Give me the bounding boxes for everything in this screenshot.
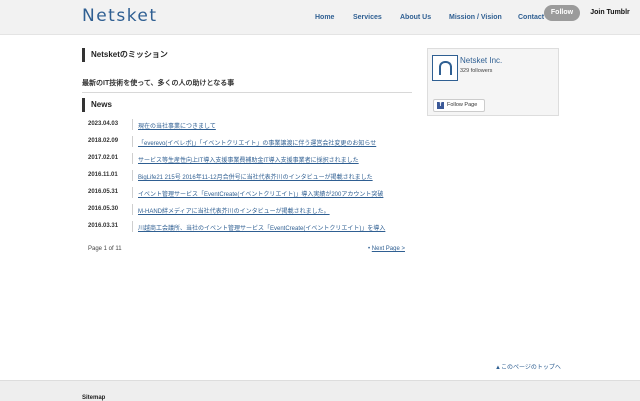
site-footer: Sitemap — [0, 380, 640, 401]
nav-mission-vision[interactable]: Mission / Vision — [449, 14, 502, 21]
news-link[interactable]: 「everevo(イベレボ)」「イベントクリエイト」の事業譲渡に伴う運営会社変更… — [138, 138, 408, 147]
facebook-follow-button[interactable]: f Follow Page — [433, 99, 485, 112]
news-date: 2016.11.01 — [88, 172, 118, 178]
news-item: 2016.05.30 M-HAND絆メディアに当社代表芥川のインタビューが掲載さ… — [88, 201, 410, 218]
nav-services[interactable]: Services — [353, 14, 382, 21]
news-date: 2016.05.31 — [88, 189, 119, 195]
news-list: 2023.04.03 現在の当社事業につきまして 2018.02.09 「eve… — [88, 116, 410, 235]
news-item: 2016.05.31 イベント管理サービス「EventCreate(イベントクリ… — [88, 184, 410, 201]
news-item: 2016.11.01 BigLife21 215号 2016年11-12月合併号… — [88, 167, 410, 184]
news-link[interactable]: M-HAND絆メディアに当社代表芥川のインタビューが掲載されました。 — [138, 206, 408, 215]
news-link[interactable]: BigLife21 215号 2016年11-12月合併号に当社代表芥川のインタ… — [138, 172, 408, 181]
news-link[interactable]: 川越商工会議所、当社のイベント管理サービス「EventCreate(イベントクリ… — [138, 223, 408, 232]
news-link[interactable]: サービス等生産性向上IT導入支援事業費補助金IT導入支援事業者に採択されました — [138, 155, 408, 164]
news-item: 2017.02.01 サービス等生産性向上IT導入支援事業費補助金IT導入支援事… — [88, 150, 410, 167]
sitemap-heading: Sitemap — [82, 395, 106, 401]
netsket-logo-icon[interactable] — [432, 55, 458, 81]
news-date: 2018.02.09 — [88, 138, 119, 144]
news-heading: News — [82, 98, 112, 112]
back-to-top-link[interactable]: ▲このページのトップへ — [495, 362, 561, 371]
news-date: 2016.03.31 — [88, 223, 119, 229]
news-separator — [132, 170, 133, 181]
site-header: Netsket Home Services About Us Mission /… — [0, 0, 640, 35]
mission-heading: Netsketのミッション — [82, 48, 168, 62]
news-separator — [132, 221, 133, 232]
mission-tagline: 最新のIT技術を使って、多くの人の助けとなる事 — [82, 78, 412, 93]
join-tumblr-button[interactable]: Join Tumblr — [585, 5, 635, 21]
news-item: 2018.02.09 「everevo(イベレボ)」「イベントクリエイト」の事業… — [88, 133, 410, 150]
news-date: 2016.05.30 — [88, 206, 119, 212]
news-separator — [132, 204, 133, 215]
news-separator — [132, 119, 133, 130]
news-date: 2023.04.03 — [88, 121, 119, 127]
tumblr-follow-button[interactable]: Follow — [544, 5, 580, 21]
news-separator — [132, 153, 133, 164]
news-link[interactable]: イベント管理サービス「EventCreate(イベントクリエイト)」導入実績が2… — [138, 189, 408, 198]
nav-about-us[interactable]: About Us — [400, 14, 431, 21]
facebook-icon: f — [437, 102, 444, 109]
facebook-page-widget: Netsket Inc. 329 followers f Follow Page — [427, 48, 559, 116]
facebook-followers: 329 followers — [460, 68, 493, 74]
news-separator — [132, 136, 133, 147]
news-item: 2016.03.31 川越商工会議所、当社のイベント管理サービス「EventCr… — [88, 218, 410, 235]
facebook-page-name[interactable]: Netsket Inc. — [460, 56, 502, 65]
news-item: 2023.04.03 現在の当社事業につきまして — [88, 116, 410, 133]
news-separator — [132, 187, 133, 198]
next-page: • Next Page > — [368, 246, 405, 252]
news-date: 2017.02.01 — [88, 155, 119, 161]
next-page-link[interactable]: Next Page > — [372, 246, 405, 252]
news-link[interactable]: 現在の当社事業につきまして — [138, 121, 408, 130]
nav-home[interactable]: Home — [315, 14, 334, 21]
facebook-follow-label: Follow Page — [447, 102, 478, 108]
pagination-info: Page 1 of 11 — [88, 246, 122, 252]
